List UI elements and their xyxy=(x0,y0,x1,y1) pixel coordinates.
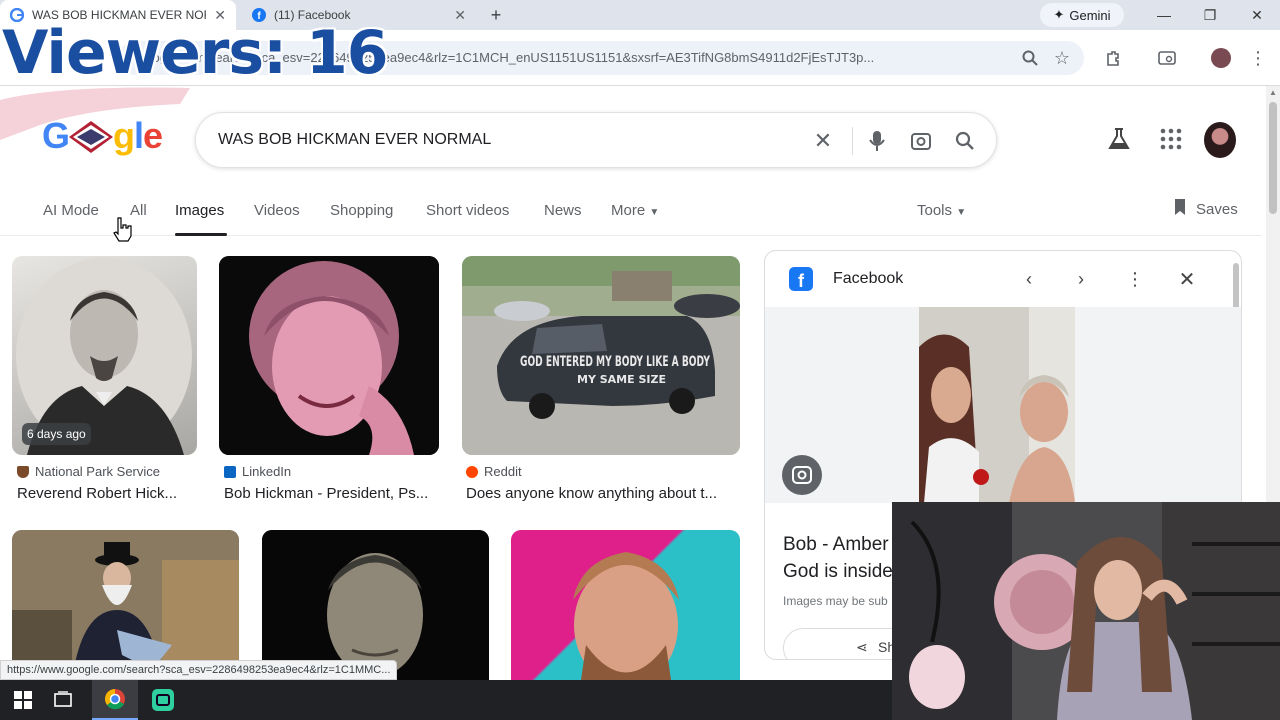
lens-button[interactable] xyxy=(782,455,822,495)
panel-menu-icon[interactable]: ⋮ xyxy=(1121,265,1149,293)
chrome-taskbar-icon[interactable] xyxy=(92,680,138,720)
webcam-feed xyxy=(892,502,1280,720)
van-photo: GOD ENTERED MY BODY LIKE A BODY MY SAME … xyxy=(462,256,740,455)
facebook-logo-icon: f xyxy=(789,267,813,291)
labs-flask-icon[interactable] xyxy=(1106,126,1132,152)
bookmark-icon xyxy=(1172,198,1188,220)
search-icon[interactable] xyxy=(950,126,980,156)
scroll-thumb[interactable] xyxy=(1269,102,1277,214)
hand-cursor-icon xyxy=(113,217,132,242)
result-image-4[interactable] xyxy=(12,530,239,680)
close-tab-icon[interactable]: ✕ xyxy=(454,7,466,24)
portrait-photo xyxy=(573,552,679,680)
account-avatar[interactable] xyxy=(1204,122,1236,158)
tab-shopping[interactable]: Shopping xyxy=(330,202,393,219)
linkedin-logo-icon xyxy=(224,465,236,478)
clear-search-icon[interactable]: ✕ xyxy=(808,126,838,156)
profile-avatar[interactable] xyxy=(1207,44,1235,72)
previous-icon[interactable]: ‹ xyxy=(1015,265,1043,293)
copyright-note: Images may be sub xyxy=(783,594,888,608)
lens-icon xyxy=(792,466,812,484)
panel-caption[interactable]: Bob - Amber God is inside xyxy=(783,531,893,585)
more-label: More xyxy=(611,202,646,219)
reddit-logo-icon xyxy=(466,465,478,478)
task-view-icon[interactable] xyxy=(40,680,86,720)
tab-ai-mode[interactable]: AI Mode xyxy=(43,202,99,219)
caption-line: Bob - Amber xyxy=(783,534,889,555)
result-title[interactable]: Bob Hickman - President, Ps... xyxy=(224,485,438,502)
result-image-6[interactable] xyxy=(511,530,740,680)
portrait-photo xyxy=(219,256,439,455)
panel-source[interactable]: Facebook xyxy=(833,270,903,288)
van-graffiti-text: MY SAME SIZE xyxy=(577,373,666,386)
close-window-icon[interactable]: ✕ xyxy=(1234,0,1280,30)
result-source[interactable]: LinkedIn xyxy=(224,464,291,479)
tab-news[interactable]: News xyxy=(544,202,582,219)
browser-menu-icon[interactable]: ⋮ xyxy=(1244,44,1272,72)
cowboy-photo xyxy=(12,530,239,680)
result-title[interactable]: Reverend Robert Hick... xyxy=(17,485,197,502)
result-source[interactable]: National Park Service xyxy=(17,464,160,479)
restore-icon[interactable]: ❐ xyxy=(1187,0,1233,30)
source-label: Reddit xyxy=(484,464,522,479)
search-nav-tabs: AI Mode All Images Videos Shopping Short… xyxy=(0,190,1262,236)
tools-label: Tools xyxy=(917,202,953,219)
result-image-5[interactable] xyxy=(262,530,489,680)
close-panel-icon[interactable]: ✕ xyxy=(1173,265,1201,293)
webcam-overlay xyxy=(892,502,1280,720)
tab-images[interactable]: Images xyxy=(175,202,224,219)
preview-image-area xyxy=(765,307,1241,503)
couple-photo xyxy=(919,307,1075,503)
gemini-label: Gemini xyxy=(1069,7,1111,23)
result-title[interactable]: Does anyone know anything about t... xyxy=(466,485,734,502)
status-url: https://www.google.com/search?sca_esv=22… xyxy=(0,660,398,680)
voice-search-icon[interactable] xyxy=(862,126,892,156)
result-image-2[interactable] xyxy=(219,256,439,455)
tab-videos[interactable]: Videos xyxy=(254,202,300,219)
caption-line: God is inside xyxy=(783,561,893,582)
preview-image[interactable] xyxy=(919,307,1075,503)
next-icon[interactable]: › xyxy=(1067,265,1095,293)
saves-label: Saves xyxy=(1196,200,1238,218)
zoom-icon[interactable] xyxy=(1016,44,1044,72)
tab-short-videos[interactable]: Short videos xyxy=(426,202,509,219)
google-apps-icon[interactable] xyxy=(1160,128,1182,150)
gemini-button[interactable]: ✦ Gemini xyxy=(1040,3,1124,27)
gemini-sparkle-icon: ✦ xyxy=(1053,7,1065,22)
result-image-3[interactable]: GOD ENTERED MY BODY LIKE A BODY MY SAME … xyxy=(462,256,740,455)
search-divider xyxy=(852,127,853,155)
svg-text:f: f xyxy=(798,271,805,291)
portrait-photo xyxy=(262,530,489,680)
date-badge: 6 days ago xyxy=(22,423,91,445)
minimize-icon[interactable]: — xyxy=(1141,0,1187,30)
tab-search-icon[interactable] xyxy=(1153,44,1181,72)
streaming-app-icon[interactable] xyxy=(140,680,186,720)
source-label: LinkedIn xyxy=(242,464,292,479)
lens-search-icon[interactable] xyxy=(906,126,936,156)
search-query[interactable]: WAS BOB HICKMAN EVER NORMAL xyxy=(218,131,491,149)
tab-more[interactable]: More ▼ xyxy=(611,202,659,219)
viewers-overlay: Viewers: 16 xyxy=(2,18,388,88)
tools-caret-icon: ▼ xyxy=(956,207,967,218)
scroll-up-icon[interactable]: ▲ xyxy=(1269,88,1277,97)
search-box[interactable]: WAS BOB HICKMAN EVER NORMAL ✕ xyxy=(195,112,997,168)
active-tab-indicator xyxy=(175,233,227,236)
bookmark-star-icon[interactable]: ☆ xyxy=(1048,44,1076,72)
tab-all[interactable]: All xyxy=(130,202,147,219)
new-tab-button[interactable]: + xyxy=(482,0,510,30)
source-label: National Park Service xyxy=(35,464,160,479)
van-graffiti-text: GOD ENTERED MY BODY LIKE A BODY xyxy=(520,354,711,370)
share-icon: ⋖ xyxy=(856,639,868,655)
result-source[interactable]: Reddit xyxy=(466,464,522,479)
nps-logo-icon xyxy=(17,465,29,478)
extensions-icon[interactable] xyxy=(1099,44,1127,72)
brush-stroke-decoration xyxy=(0,87,190,140)
more-caret-icon: ▼ xyxy=(649,207,660,218)
saves-button[interactable]: Saves xyxy=(1172,198,1238,220)
tools-button[interactable]: Tools ▼ xyxy=(917,202,966,219)
